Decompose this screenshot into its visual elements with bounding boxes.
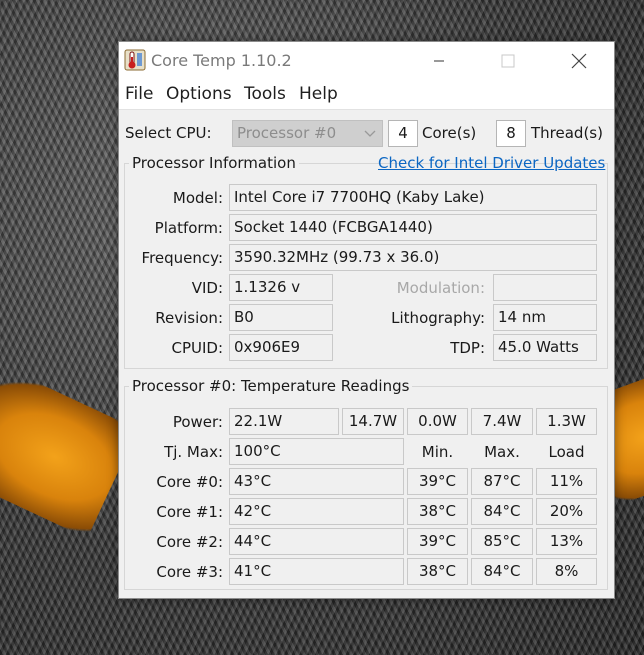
cpuid-label: CPUID: [171,339,223,357]
core-2-max: 85°C [471,528,533,555]
core-3-max: 84°C [471,558,533,585]
close-button[interactable] [556,42,602,79]
core-0-min: 39°C [407,468,468,495]
cpuid-value: 0x906E9 [229,334,333,361]
frequency-label: Frequency: [141,249,223,267]
core-2-label: Core #2: [156,533,223,551]
cpu-select-dropdown[interactable]: Processor #0 [232,120,383,147]
core-0-label: Core #0: [156,473,223,491]
core-3-label: Core #3: [156,563,223,581]
menu-file[interactable]: File [125,84,153,104]
minimize-icon [434,60,444,61]
maximize-icon [501,54,515,67]
core-0-temp: 43°C [229,468,404,495]
platform-value: Socket 1440 (FCBGA1440) [229,214,597,241]
vid-label: VID: [191,279,223,297]
core-2-temp: 44°C [229,528,404,555]
core-2-min: 39°C [407,528,468,555]
vid-value: 1.1326 v [229,274,333,301]
core-1-temp: 42°C [229,498,404,525]
power-label: Power: [172,413,223,431]
threads-label: Thread(s) [531,124,603,142]
column-load-header: Load [548,443,585,461]
core-0-max: 87°C [471,468,533,495]
select-cpu-label: Select CPU: [125,124,212,142]
column-min-header: Min. [421,443,454,461]
core-3-temp: 41°C [229,558,404,585]
chevron-down-icon [364,123,376,151]
revision-label: Revision: [155,309,223,327]
power-package: 22.1W [229,408,339,435]
core-3-min: 38°C [407,558,468,585]
model-label: Model: [172,189,223,207]
column-max-header: Max. [484,443,520,461]
lithography-label: Lithography: [391,309,485,327]
power-gt: 0.0W [407,408,468,435]
core-0-load: 11% [536,468,597,495]
core-1-label: Core #1: [156,503,223,521]
core-1-max: 84°C [471,498,533,525]
minimize-button[interactable] [416,42,462,79]
cpu-select-value: Processor #0 [237,124,337,142]
lithography-value: 14 nm [493,304,597,331]
modulation-label: Modulation: [396,279,485,297]
threads-count: 8 [496,120,526,147]
frequency-value: 3590.32MHz (99.73 x 36.0) [229,244,597,271]
menu-bar: File Options Tools Help [119,79,614,110]
core-temp-window: Core Temp 1.10.2 File Options Tools Help… [118,41,615,599]
model-value: Intel Core i7 7700HQ (Kaby Lake) [229,184,597,211]
processor-info-title: Processor Information [129,154,299,172]
platform-label: Platform: [154,219,223,237]
driver-updates-link[interactable]: Check for Intel Driver Updates [378,154,605,172]
revision-value: B0 [229,304,333,331]
temperature-title: Processor #0: Temperature Readings [129,377,413,395]
core-3-load: 8% [536,558,597,585]
tjmax-label: Tj. Max: [164,443,223,461]
cores-label: Core(s) [422,124,477,142]
modulation-value [493,274,597,301]
tjmax-value: 100°C [229,438,404,465]
tdp-value: 45.0 Watts [493,334,597,361]
thermometer-icon [124,49,146,71]
core-1-min: 38°C [407,498,468,525]
power-dram: 1.3W [536,408,597,435]
power-ia-cores: 14.7W [342,408,404,435]
maximize-button [485,42,531,79]
tdp-label: TDP: [450,339,485,357]
menu-help[interactable]: Help [299,84,338,104]
cores-count: 4 [388,120,418,147]
close-icon [571,53,587,68]
power-uncore: 7.4W [471,408,533,435]
menu-tools[interactable]: Tools [244,84,286,104]
core-2-load: 13% [536,528,597,555]
core-1-load: 20% [536,498,597,525]
title-bar[interactable]: Core Temp 1.10.2 [119,42,614,79]
menu-options[interactable]: Options [166,84,232,104]
window-title: Core Temp 1.10.2 [151,51,292,70]
